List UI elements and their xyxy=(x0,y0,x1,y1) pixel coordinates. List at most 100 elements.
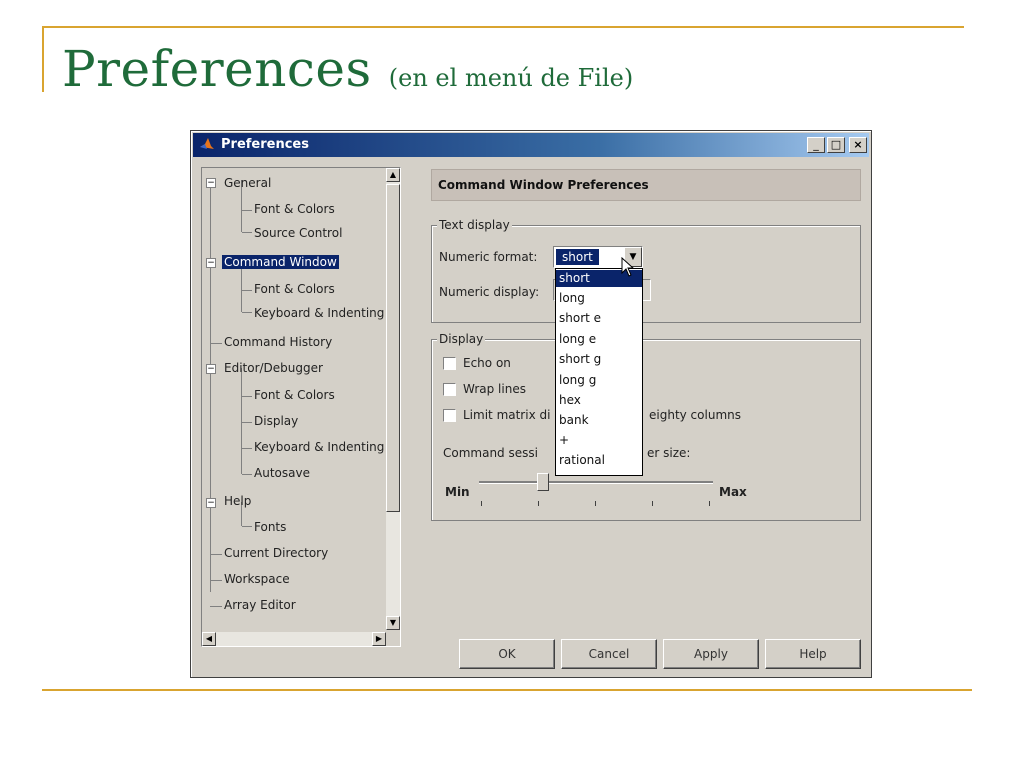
close-button[interactable]: × xyxy=(849,137,867,153)
tree-item-label: Fonts xyxy=(254,520,287,534)
slider-tick xyxy=(538,501,539,506)
tree-branch xyxy=(210,554,222,555)
tree-branch xyxy=(242,448,252,449)
slide-title-main: Preferences xyxy=(62,40,372,98)
slider-tick xyxy=(481,501,482,506)
scroll-down-arrow-icon[interactable]: ▼ xyxy=(386,616,400,630)
tree-item-editor-font-colors[interactable]: Font & Colors xyxy=(254,388,335,402)
preferences-tree: − − − − General Font & Colors Source Con… xyxy=(201,167,401,647)
slide-title-subtitle: (en el menú de File) xyxy=(388,64,634,92)
collapse-general-icon[interactable]: − xyxy=(206,178,216,188)
numeric-format-value: short xyxy=(556,249,599,265)
tree-branch xyxy=(242,232,252,233)
scroll-up-arrow-icon[interactable]: ▲ xyxy=(386,168,400,182)
panel-title: Command Window Preferences xyxy=(438,178,649,192)
ok-button[interactable]: OK xyxy=(459,639,555,669)
tree-item-label: Display xyxy=(254,414,299,428)
scroll-right-arrow-icon[interactable]: ▶ xyxy=(372,632,386,646)
collapse-command-window-icon[interactable]: − xyxy=(206,258,216,268)
minimize-button[interactable]: _ xyxy=(807,137,825,153)
limit-matrix-checkbox[interactable] xyxy=(443,409,456,422)
tree-item-label: Font & Colors xyxy=(254,388,335,402)
panel-header: Command Window Preferences xyxy=(431,169,861,201)
tree-item-help[interactable]: Help xyxy=(224,494,251,508)
dropdown-option[interactable]: hex xyxy=(556,392,642,409)
dropdown-option[interactable]: long e xyxy=(556,331,642,348)
tree-item-workspace[interactable]: Workspace xyxy=(224,572,290,586)
dropdown-option[interactable]: short e xyxy=(556,310,642,327)
dropdown-option[interactable]: rational xyxy=(556,452,642,469)
tree-item-label: Command Window xyxy=(222,255,339,269)
dropdown-option[interactable]: short g xyxy=(556,351,642,368)
tree-branch xyxy=(242,526,252,527)
slide-bottom-rule xyxy=(42,689,972,691)
tree-editor-children-line xyxy=(241,368,242,474)
text-display-group xyxy=(431,225,861,323)
tree-item-current-directory[interactable]: Current Directory xyxy=(224,546,328,560)
tree-branch xyxy=(242,312,252,313)
preferences-dialog: Preferences _ □ × − − − − General Font &… xyxy=(190,130,872,678)
tree-item-label: Keyboard & Indenting xyxy=(254,306,385,320)
buffer-size-slider-thumb[interactable] xyxy=(537,473,549,491)
tree-item-label: Current Directory xyxy=(224,546,329,560)
tree-horizontal-scrollbar[interactable]: ◀ ▶ xyxy=(202,632,386,646)
text-display-legend: Text display xyxy=(437,218,512,232)
matlab-logo-icon xyxy=(200,138,214,149)
dialog-title: Preferences xyxy=(221,137,309,152)
maximize-button[interactable]: □ xyxy=(827,137,845,153)
slider-max-label: Max xyxy=(719,485,747,499)
help-button[interactable]: Help xyxy=(765,639,861,669)
tree-item-editor-debugger[interactable]: Editor/Debugger xyxy=(224,361,323,375)
tree-item-source-control[interactable]: Source Control xyxy=(254,226,342,240)
tree-branch xyxy=(210,580,222,581)
tree-item-label: Command History xyxy=(224,335,333,349)
tree-item-editor-display[interactable]: Display xyxy=(254,414,298,428)
slider-min-label: Min xyxy=(445,485,470,499)
tree-item-label: Font & Colors xyxy=(254,202,335,216)
tree-item-autosave[interactable]: Autosave xyxy=(254,466,310,480)
dropdown-option[interactable]: long xyxy=(556,290,642,307)
dialog-titlebar[interactable]: Preferences _ □ × xyxy=(193,133,869,157)
scroll-left-arrow-icon[interactable]: ◀ xyxy=(202,632,216,646)
tree-scroll-thumb[interactable] xyxy=(386,184,400,512)
numeric-display-label: Numeric display: xyxy=(439,285,540,299)
tree-item-label: Keyboard & Indenting xyxy=(254,440,385,454)
tree-vertical-scrollbar[interactable]: ▲ ▼ xyxy=(386,168,400,630)
tree-item-command-history[interactable]: Command History xyxy=(224,335,332,349)
tree-root-line xyxy=(210,182,211,592)
tree-branch xyxy=(242,474,252,475)
tree-item-array-editor[interactable]: Array Editor xyxy=(224,598,296,612)
apply-button[interactable]: Apply xyxy=(663,639,759,669)
tree-branch xyxy=(242,396,252,397)
tree-item-cw-font-colors[interactable]: Font & Colors xyxy=(254,282,335,296)
tree-item-cw-keyboard[interactable]: Keyboard & Indenting xyxy=(254,306,384,320)
buffer-size-slider-track[interactable] xyxy=(479,481,713,484)
collapse-editor-icon[interactable]: − xyxy=(206,364,216,374)
dropdown-option[interactable]: + xyxy=(556,432,642,449)
tree-item-label: Source Control xyxy=(254,226,343,240)
tree-item-label: General xyxy=(224,176,272,190)
echo-on-checkbox[interactable] xyxy=(443,357,456,370)
slide-left-rule xyxy=(42,26,44,92)
tree-branch xyxy=(242,210,252,211)
buffer-size-label-end: er size: xyxy=(647,446,691,460)
slider-tick xyxy=(595,501,596,506)
tree-item-general[interactable]: General xyxy=(224,176,271,190)
tree-item-editor-keyboard[interactable]: Keyboard & Indenting xyxy=(254,440,384,454)
wrap-lines-checkbox[interactable] xyxy=(443,383,456,396)
dropdown-option[interactable]: long g xyxy=(556,372,642,389)
cancel-button[interactable]: Cancel xyxy=(561,639,657,669)
tree-item-help-fonts[interactable]: Fonts xyxy=(254,520,286,534)
tree-item-label: Autosave xyxy=(254,466,310,480)
dropdown-option[interactable]: bank xyxy=(556,412,642,429)
collapse-help-icon[interactable]: − xyxy=(206,498,216,508)
limit-matrix-label-end: eighty columns xyxy=(649,408,741,422)
tree-item-general-font-colors[interactable]: Font & Colors xyxy=(254,202,335,216)
tree-branch xyxy=(210,606,222,607)
buffer-size-label-start: Command sessi xyxy=(443,446,538,460)
tree-item-command-window[interactable]: Command Window xyxy=(222,255,339,269)
mouse-pointer-icon xyxy=(621,257,635,277)
echo-on-label: Echo on xyxy=(463,356,511,370)
tree-item-label: Workspace xyxy=(224,572,290,586)
tree-item-label: Array Editor xyxy=(224,598,296,612)
